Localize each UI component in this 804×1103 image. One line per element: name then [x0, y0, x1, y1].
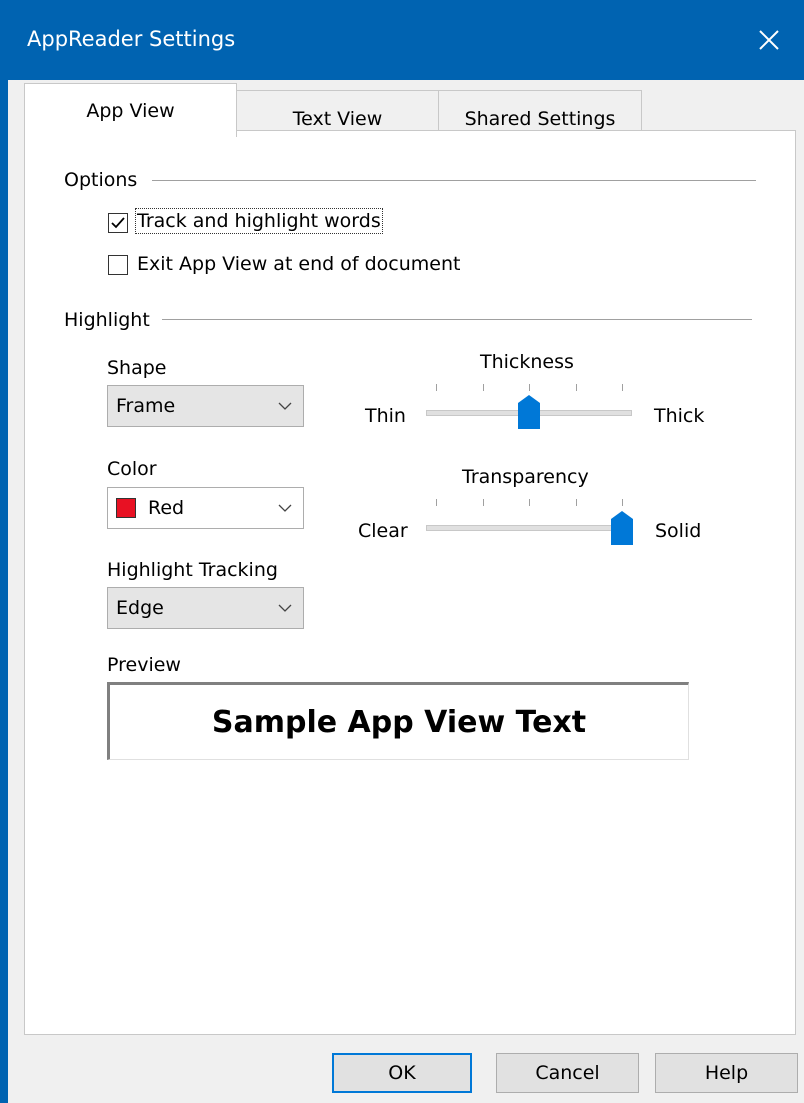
title-bar: AppReader Settings: [0, 0, 804, 80]
window-border: [0, 80, 8, 1103]
close-button[interactable]: [734, 0, 804, 80]
ok-button-label: OK: [388, 1062, 416, 1084]
window-title: AppReader Settings: [27, 27, 236, 51]
close-icon: [759, 30, 779, 50]
tab-label: Text View: [292, 107, 383, 130]
tab-label: Shared Settings: [464, 107, 616, 130]
cancel-button[interactable]: Cancel: [496, 1053, 639, 1093]
tab-label: App View: [86, 99, 175, 122]
settings-dialog: AppReader Settings App View Text View Sh…: [0, 0, 804, 1103]
cancel-button-label: Cancel: [535, 1062, 600, 1084]
help-button[interactable]: Help: [655, 1053, 798, 1093]
ok-button[interactable]: OK: [332, 1053, 472, 1093]
tab-app-view[interactable]: App View: [24, 83, 237, 137]
help-button-label: Help: [704, 1062, 749, 1084]
tab-panel: [24, 130, 796, 1035]
